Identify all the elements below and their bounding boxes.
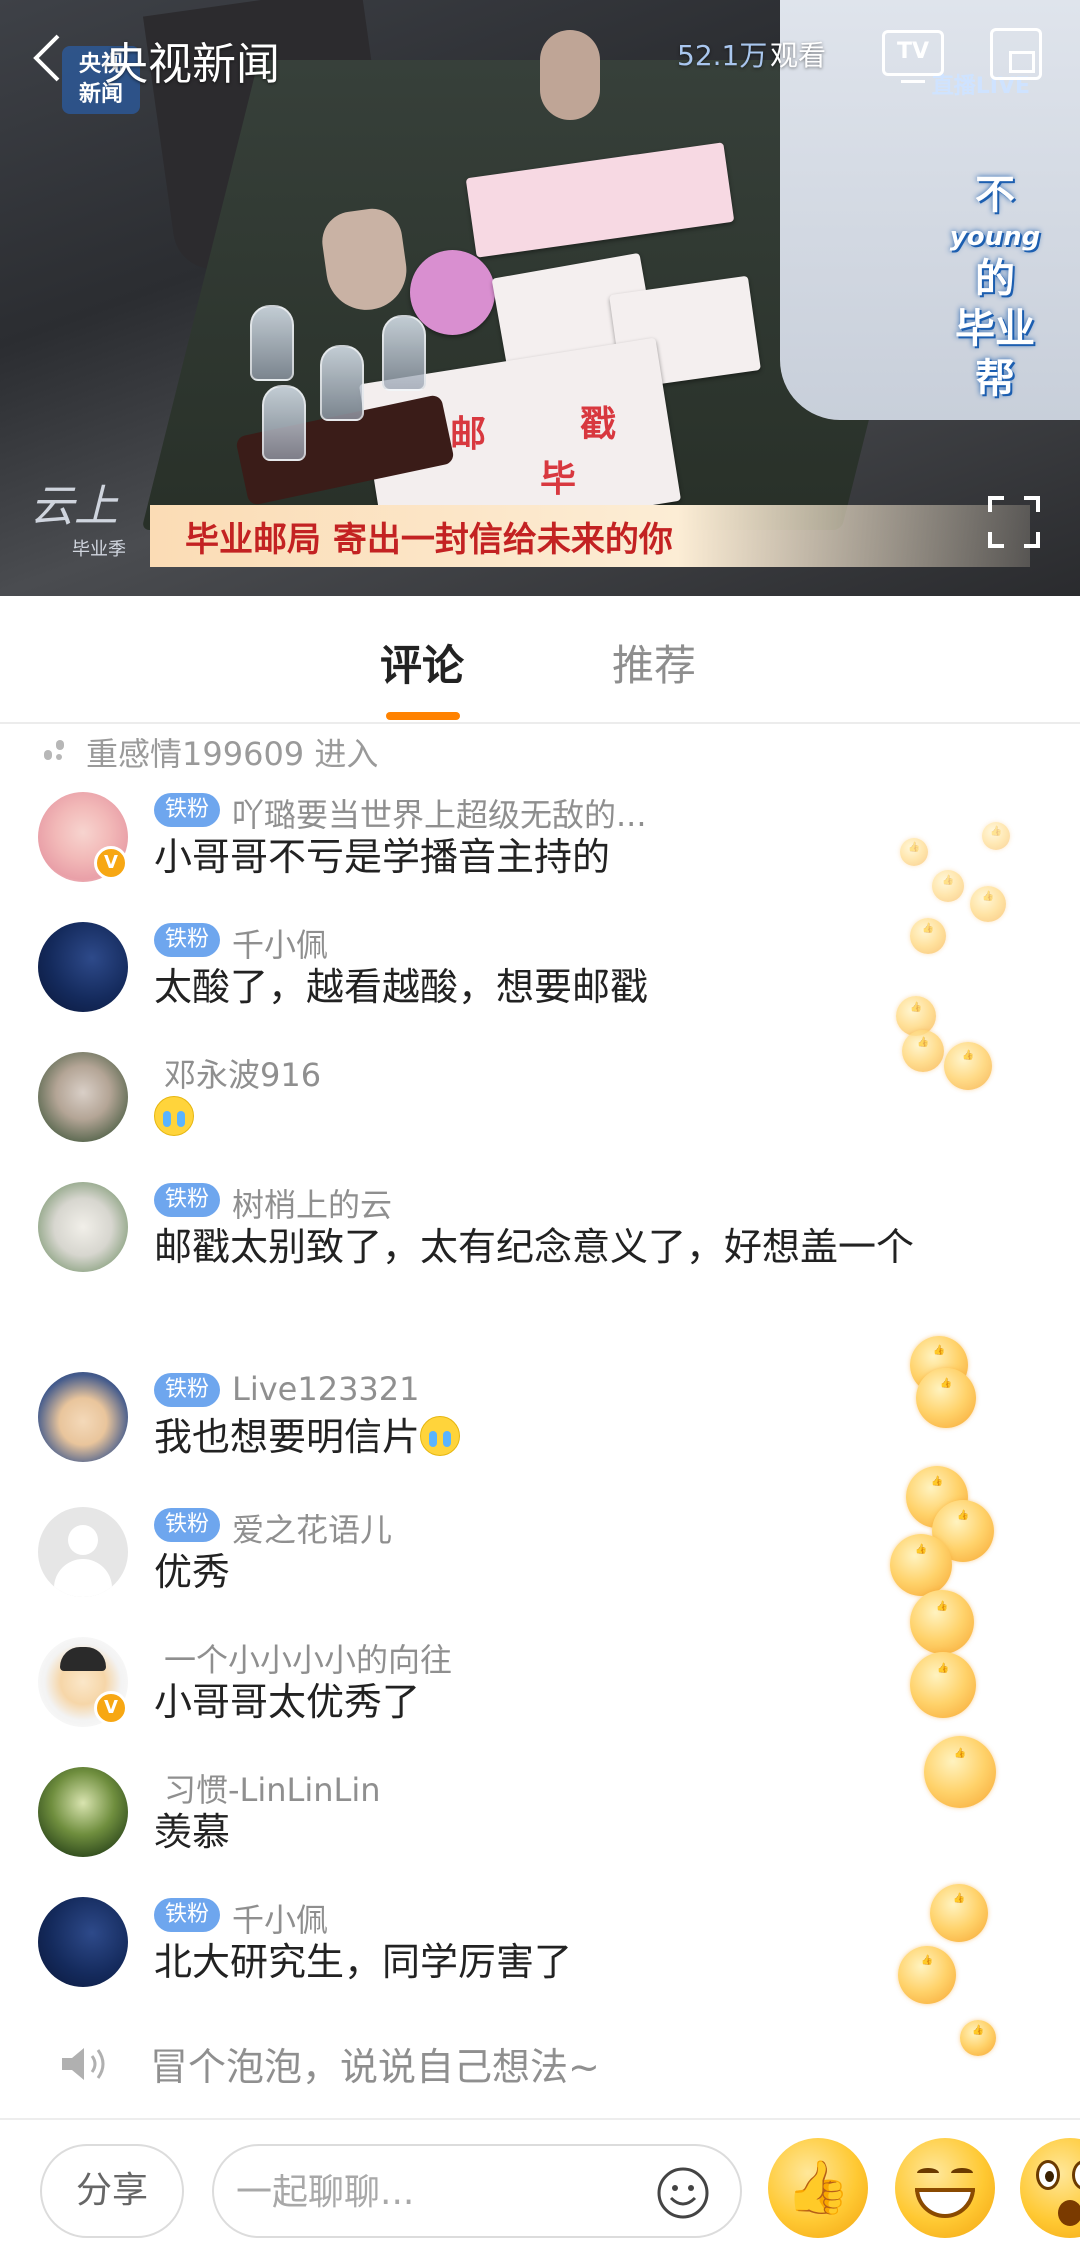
comment-item[interactable]: V 一个小小小小的向往 小哥哥太优秀了 [0,1635,880,1745]
verified-badge: V [94,846,128,880]
fan-badge: 铁粉 [154,923,220,957]
back-arrow-icon[interactable] [28,32,72,84]
comment-item[interactable]: 铁粉 树梢上的云 邮戳太别致了，太有纪念意义了，好想盖一个 [0,1180,914,1340]
viewer-count: 52.1万 [677,39,768,72]
comment-item[interactable]: 邓永波916 [0,1050,880,1160]
comment-message: 我也想要明信片 [154,1410,954,1464]
live-stream-page: 邮 戳 毕 央视 新闻 直播LIVE 不 young 的 毕业 帮 云上 毕业季… [0,0,1080,2259]
fullscreen-icon[interactable] [986,494,1042,550]
vertical-title-en: young [949,222,1041,252]
video-scene-stamp [382,315,426,391]
cloud-graduation-logo: 云上 [30,481,118,532]
floating-like-icon [932,870,964,908]
avatar[interactable] [38,1897,128,1987]
floating-like-icon [898,1946,956,2014]
comment-message: 羡慕 [154,1810,231,1854]
crying-emoji-icon [420,1416,461,1456]
fan-badge: 铁粉 [154,793,220,827]
video-scene-stamp [320,345,364,421]
avatar[interactable] [38,922,128,1012]
program-vertical-title: 不 young 的 毕业 帮 [940,170,1050,404]
floating-like-icon [916,1368,976,1439]
comment-message: 邮戳太别致了，太有纪念意义了，好想盖一个 [154,1225,915,1269]
comment-message [154,1090,954,1144]
video-scene-stamp [262,385,306,461]
video-stamp-mark: 毕 [540,459,577,500]
wow-emoji-icon[interactable] [1020,2138,1080,2238]
floating-like-icon [960,2020,996,2062]
comment-message: 太酸了，越看越酸，想要邮戳 [154,965,649,1009]
comment-item[interactable]: 铁粉 爱之花语儿 优秀 [0,1505,880,1615]
avatar[interactable] [38,1372,128,1462]
tab-recommend[interactable]: 推荐 [612,632,696,693]
floating-like-icon [910,1652,976,1730]
chat-input-wrapper[interactable] [212,2144,742,2238]
share-button[interactable]: 分享 [40,2144,184,2238]
video-scene-disc [410,250,495,335]
video-stamp-mark: 戳 [580,404,617,445]
comment-username[interactable]: Live123321 [232,1370,420,1408]
vertical-title-char: 毕业 [955,306,1035,352]
crying-emoji-icon [154,1096,194,1136]
avatar[interactable] [38,1767,128,1857]
floating-like-icon [944,1042,992,1099]
fan-badge: 铁粉 [154,1183,220,1217]
comment-message-text: 我也想要明信片 [154,1415,421,1459]
tab-active-indicator [386,712,460,720]
thumbs-up-glyph: 👍 [785,2158,851,2218]
vertical-title-char: 不 [975,172,1015,218]
tv-icon[interactable]: TV [882,30,944,83]
floating-like-icon [930,1884,988,1952]
comment-item[interactable]: 铁粉 千小佩 太酸了，越看越酸，想要邮戳 [0,920,880,1030]
comment-message: 北大研究生，同学厉害了 [154,1940,573,1984]
bubble-prompt[interactable]: 冒个泡泡，说说自己想法~ [58,2036,600,2091]
vertical-title-char: 帮 [975,356,1015,402]
floating-like-icon [910,918,946,960]
video-caption-text: 毕业邮局 寄出一封信给未来的你 [185,520,673,560]
vertical-title-char: 的 [975,256,1015,302]
chat-input[interactable] [236,2164,636,2220]
bubble-prompt-text: 冒个泡泡，说说自己想法~ [150,2045,600,2089]
comment-item[interactable]: 铁粉 Live123321 我也想要明信片 [0,1370,880,1480]
cloud-graduation-sub: 毕业季 [72,539,126,560]
top-bar: 央视新闻 52.1万 观看 TV [0,0,1080,120]
comment-item[interactable]: 铁粉 千小佩 北大研究生，同学厉害了 [0,1895,880,2005]
floating-like-icon [924,1736,996,1821]
speaker-icon [62,2047,105,2080]
picture-in-picture-icon[interactable] [990,28,1042,80]
comment-item[interactable]: 习惯-LinLinLin 羡慕 [0,1765,880,1875]
fan-badge: 铁粉 [154,1898,220,1932]
channel-title[interactable]: 央视新闻 [104,28,280,92]
video-stamp-mark: 邮 [450,414,487,455]
viewer-label: 观看 [770,39,827,72]
grin-emoji-icon[interactable] [895,2138,995,2238]
enter-footprint-icon [44,738,72,766]
video-scene-stamp [250,305,294,381]
avatar[interactable] [38,1052,128,1142]
floating-like-icon [910,1590,974,1666]
enter-notice: 重感情199609 进入 [44,730,378,774]
fan-badge: 铁粉 [154,1373,220,1407]
floating-like-icon [982,822,1010,855]
tab-comments[interactable]: 评论 [380,632,464,693]
comment-item[interactable]: V 铁粉 吖璐要当世界上超级无敌的... 小哥哥不亏是学播音主持的 [0,790,880,900]
smile-icon[interactable] [656,2166,710,2220]
floating-like-icon [890,1534,952,1607]
comment-message: 小哥哥太优秀了 [154,1680,421,1724]
bottom-bar: 分享 👍 [0,2118,1080,2259]
verified-badge: V [94,1691,128,1725]
floating-like-icon [900,838,928,871]
floating-like-icon [902,1030,944,1080]
floating-like-icon [970,886,1006,928]
fan-badge: 铁粉 [154,1508,220,1542]
comment-message: 优秀 [154,1550,231,1594]
tab-bar: 评论 推荐 [0,596,1080,724]
enter-notice-text: 重感情199609 进入 [86,735,379,773]
avatar[interactable] [38,1507,128,1597]
thumbs-up-icon[interactable]: 👍 [768,2138,868,2238]
comment-message: 小哥哥不亏是学播音主持的 [154,835,611,879]
avatar[interactable] [38,1182,128,1272]
